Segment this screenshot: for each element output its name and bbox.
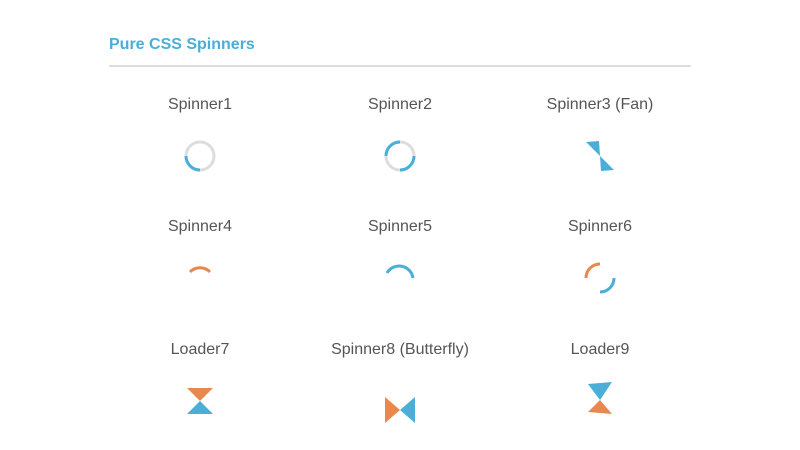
spinner3-fan-graphic bbox=[586, 141, 614, 171]
spinner-card-8: Spinner8 (Butterfly) bbox=[300, 335, 500, 445]
loader9-graphic bbox=[588, 382, 612, 414]
spinner2-animation bbox=[380, 136, 420, 176]
spinner8-butterfly-animation bbox=[380, 390, 420, 430]
spinner1-graphic bbox=[184, 140, 216, 172]
loader7-hourglass-graphic bbox=[187, 388, 213, 414]
spinner-card-4: Spinner4 bbox=[100, 212, 300, 322]
spinner-label: Loader7 bbox=[170, 341, 230, 358]
spinner4-animation bbox=[180, 258, 220, 298]
spinner5-arc bbox=[385, 264, 415, 279]
loader7-hourglass-animation bbox=[180, 381, 220, 421]
spinner8-right-wing bbox=[400, 397, 415, 423]
spinner2-arc-bottom bbox=[399, 155, 416, 172]
spinner-label: Spinner8 (Butterfly) bbox=[331, 341, 469, 358]
spinner8-butterfly-graphic bbox=[385, 397, 415, 423]
spinner1-arc bbox=[184, 155, 201, 172]
page-header: Pure CSS Spinners bbox=[109, 0, 691, 67]
spinner-grid: Spinner1 Spinner2 Spinner3 (Fan) Spinner… bbox=[100, 90, 700, 450]
spinner-label: Spinner5 bbox=[367, 218, 433, 235]
spinner1-animation bbox=[180, 136, 220, 176]
spinner6-graphic bbox=[584, 262, 616, 294]
loader7-top-triangle bbox=[187, 388, 213, 401]
spinner-card-3: Spinner3 (Fan) bbox=[500, 90, 700, 200]
page-title: Pure CSS Spinners bbox=[109, 36, 255, 53]
spinner-card-6: Spinner6 bbox=[500, 212, 700, 322]
loader7-bottom-triangle bbox=[187, 401, 213, 414]
spinner-label: Spinner2 bbox=[367, 96, 433, 113]
spinner-label: Spinner6 bbox=[567, 218, 633, 235]
spinner6-animation bbox=[580, 258, 620, 298]
spinner-card-2: Spinner2 bbox=[300, 90, 500, 200]
spinner4-graphic bbox=[188, 266, 212, 274]
loader9-top-triangle bbox=[588, 382, 612, 400]
loader9-bottom-triangle bbox=[588, 400, 612, 414]
spinner2-graphic bbox=[384, 140, 416, 172]
spinner-card-5: Spinner5 bbox=[300, 212, 500, 322]
spinner6-arc-blue bbox=[599, 277, 616, 294]
spinner8-left-wing bbox=[385, 397, 400, 423]
spinner5-graphic bbox=[385, 264, 415, 279]
spinner-card-9: Loader9 bbox=[500, 335, 700, 445]
loader9-animation bbox=[580, 380, 620, 420]
spinner-card-1: Spinner1 bbox=[100, 90, 300, 200]
spinner3-fan-blade-bottom bbox=[600, 156, 614, 171]
spinner3-fan-blade-top bbox=[586, 141, 600, 156]
spinner-gallery-page: Pure CSS Spinners Spinner1 Spinner2 Spin… bbox=[0, 0, 800, 450]
spinner-label: Loader9 bbox=[570, 341, 630, 358]
spinner5-animation bbox=[380, 258, 420, 298]
spinner2-arc-top bbox=[384, 140, 401, 157]
spinner-label: Spinner3 (Fan) bbox=[546, 96, 654, 113]
spinner-label: Spinner1 bbox=[167, 96, 233, 113]
spinner-label: Spinner4 bbox=[167, 218, 233, 235]
spinner4-arc bbox=[188, 266, 212, 274]
spinner3-fan-animation bbox=[580, 136, 620, 176]
spinner-card-7: Loader7 bbox=[100, 335, 300, 445]
spinner6-arc-orange bbox=[584, 262, 601, 279]
